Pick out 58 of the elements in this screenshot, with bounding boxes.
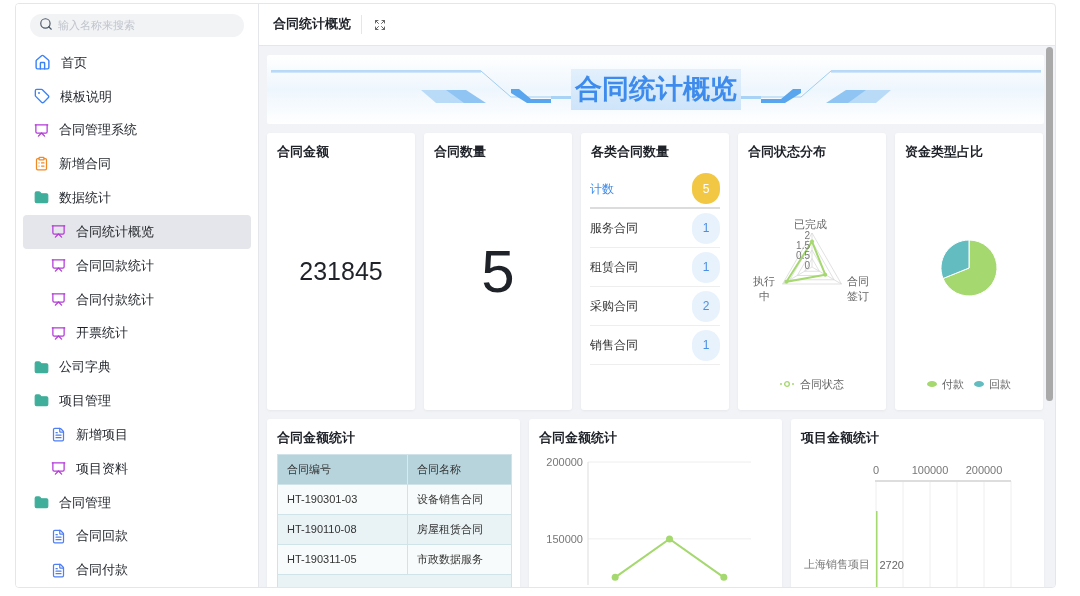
row-label: 销售合同: [590, 337, 638, 354]
sidebar-item[interactable]: 合同统计概览: [23, 214, 251, 249]
count-badge: 2: [692, 290, 720, 322]
card-title: 合同金额: [277, 144, 329, 161]
tick-label: 0: [872, 463, 880, 478]
sidebar-item[interactable]: 新增项目: [23, 417, 251, 452]
sidebar-item[interactable]: 新增合同: [23, 147, 251, 181]
count-badge: 1: [692, 212, 720, 244]
sidebar-item[interactable]: 合同付款统计: [23, 282, 251, 317]
axis-label: 执行中: [752, 274, 776, 304]
row-label: 采购合同: [590, 298, 638, 315]
card-title: 各类合同数量: [591, 144, 669, 161]
table-cell-text: 设备销售合同: [416, 492, 484, 508]
legend-label: 回款: [989, 377, 1011, 392]
card-title: 合同数量: [434, 144, 486, 161]
axis-label: 已完成: [794, 217, 827, 231]
card-title: 资金类型占比: [905, 144, 983, 161]
tick-label: 0: [804, 261, 810, 271]
axis-label: 合同签订: [847, 274, 870, 304]
card-title: 合同金额统计: [539, 430, 617, 447]
sidebar-item[interactable]: 合同付款: [23, 553, 251, 587]
row-label: 服务合同: [590, 220, 638, 237]
amount-value: 231845: [299, 255, 383, 287]
legend-label: 合同状态: [800, 377, 844, 392]
card-title: 合同状态分布: [748, 144, 826, 161]
banner-title: 合同统计概览: [570, 69, 741, 110]
sidebar-item[interactable]: 公司字典: [23, 350, 251, 384]
table-cell-text: 市政数据服务: [416, 552, 484, 568]
tick-label: 1.5: [796, 241, 810, 251]
sidebar-item[interactable]: 合同管理系统: [23, 113, 251, 148]
row-label: 计数: [590, 180, 614, 198]
tick-label: 200000: [546, 455, 583, 470]
category-label: 上海销售项目: [804, 557, 870, 572]
sidebar-item[interactable]: 合同回款统计: [23, 248, 251, 283]
sidebar-item[interactable]: 数据统计: [23, 180, 251, 215]
tick-label: 100000: [911, 463, 949, 478]
sidebar-item[interactable]: 合同管理: [23, 485, 251, 520]
sidebar-item[interactable]: 项目管理: [23, 383, 251, 418]
sidebar-item[interactable]: 项目资料: [23, 451, 251, 486]
sidebar-item[interactable]: 开票统计: [23, 316, 251, 351]
page-title: 合同统计概览: [273, 15, 362, 34]
count-value: 5: [481, 236, 515, 307]
row-label: 租赁合同: [590, 259, 638, 276]
sidebar-item[interactable]: 首页: [23, 45, 251, 80]
count-badge: 1: [692, 251, 720, 283]
tick-label: 150000: [546, 531, 583, 547]
tick-label: 200000: [965, 463, 1003, 478]
card-title: 合同金额统计: [277, 430, 355, 447]
column-header: 合同名称: [416, 462, 462, 478]
sidebar-item[interactable]: 模板说明: [23, 79, 251, 114]
card-title: 项目金额统计: [801, 430, 879, 447]
table-cell-text: 房屋租赁合同: [416, 522, 484, 538]
sidebar-item[interactable]: 合同回款: [23, 519, 251, 554]
data-label: 2720: [879, 558, 904, 573]
tick-label: 2: [804, 231, 810, 241]
legend-label: 付款: [942, 377, 964, 392]
count-badge: 1: [692, 329, 720, 361]
count-badge: 5: [692, 173, 720, 204]
